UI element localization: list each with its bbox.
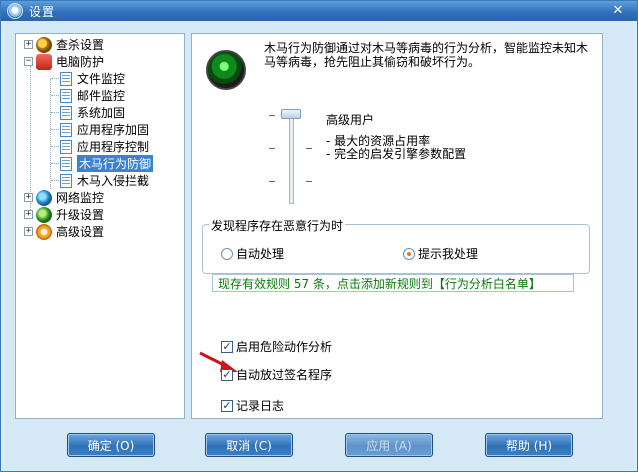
- level-title: 高级用户: [326, 113, 375, 127]
- check-skip-signed[interactable]: ✓ 自动放过签名程序: [221, 366, 332, 383]
- title-bar: 设置 ✕: [1, 1, 637, 21]
- tree-item-system-hardening[interactable]: 系统加固: [60, 104, 125, 121]
- checkbox[interactable]: ✓: [221, 368, 233, 381]
- feature-description: 木马行为防御通过对木马等病毒的行为分析，智能监控未知木马等病毒，抢先阻止其偷窃和…: [264, 41, 589, 69]
- document-icon: [60, 105, 72, 120]
- slider-thumb[interactable]: [281, 109, 301, 119]
- checkbox-label: 记录日志: [236, 399, 285, 413]
- expand-icon[interactable]: +: [24, 210, 33, 219]
- tree-connector: [51, 78, 59, 79]
- tree-item-app-control[interactable]: 应用程序控制: [60, 138, 149, 155]
- checkbox-label: 自动放过签名程序: [236, 368, 333, 382]
- app-shield-icon: [7, 3, 23, 19]
- globe-icon: [36, 189, 52, 206]
- slider-tick: [306, 148, 312, 149]
- settings-window: 设置 ✕ + 查杀设置 − 电脑防护 文件监控 邮件监控 系统加固 应用程序加固…: [0, 0, 638, 472]
- tree-item-app-hardening[interactable]: 应用程序加固: [60, 121, 149, 138]
- checkbox-label: 启用危险动作分析: [236, 340, 333, 354]
- expand-icon[interactable]: +: [24, 193, 33, 202]
- tree-connector: [51, 112, 59, 113]
- apply-button[interactable]: 应用 (A): [345, 433, 433, 457]
- document-icon: [60, 71, 72, 86]
- radio-button[interactable]: [403, 247, 415, 260]
- document-icon: [60, 156, 72, 171]
- tree-item-label: 应用程序加固: [77, 123, 150, 137]
- tree-item-advanced-settings[interactable]: + 高级设置: [24, 223, 104, 240]
- radio-label: 提示我处理: [418, 247, 479, 261]
- document-icon: [60, 173, 72, 188]
- level-description: - 最大的资源占用率 - 完全的启发引擎参数配置: [326, 135, 466, 161]
- tree-item-label: 查杀设置: [56, 38, 105, 52]
- tree-connector: [51, 163, 59, 164]
- tree-item-label: 应用程序控制: [77, 140, 150, 154]
- group-label: 发现程序存在恶意行为时: [209, 217, 346, 234]
- tree-connector: [51, 95, 59, 96]
- slider-tick: [306, 181, 312, 182]
- tree-item-trojan-behavior-defense[interactable]: 木马行为防御: [60, 155, 154, 172]
- update-icon: [36, 206, 52, 223]
- tree-item-label: 升级设置: [56, 208, 105, 222]
- help-button[interactable]: 帮助 (H): [485, 433, 573, 457]
- document-icon: [60, 88, 72, 103]
- tree-item-scan-settings[interactable]: + 查杀设置: [24, 36, 104, 53]
- tree-item-label: 系统加固: [77, 106, 126, 120]
- tree-item-label: 邮件监控: [77, 89, 126, 103]
- shield-icon: [36, 53, 52, 70]
- document-icon: [60, 139, 72, 154]
- slider-tick: [269, 181, 275, 182]
- whitelist-rules-link[interactable]: 现存有效规则 57 条，点击添加新规则到【行为分析白名单】: [212, 274, 574, 292]
- check-log[interactable]: ✓ 记录日志: [221, 397, 284, 414]
- tree-item-label: 木马行为防御: [77, 155, 154, 172]
- gear-icon: [36, 223, 52, 240]
- ok-button[interactable]: 确定 (O): [67, 433, 155, 457]
- level-desc-line: - 完全的启发引擎参数配置: [326, 147, 467, 161]
- checkbox[interactable]: ✓: [221, 340, 233, 353]
- window-title: 设置: [29, 4, 56, 19]
- tree-connector: [51, 129, 59, 130]
- dialog-body: + 查杀设置 − 电脑防护 文件监控 邮件监控 系统加固 应用程序加固 应用程序…: [5, 21, 633, 469]
- tree-connector: [51, 180, 59, 181]
- tree-item-trojan-intrusion-block[interactable]: 木马入侵拦截: [60, 172, 149, 189]
- protection-level-slider[interactable]: [289, 110, 294, 204]
- cancel-button[interactable]: 取消 (C): [205, 433, 293, 457]
- magnifier-icon: [36, 36, 52, 53]
- tree-item-label: 木马入侵拦截: [77, 174, 150, 188]
- settings-tree: + 查杀设置 − 电脑防护 文件监控 邮件监控 系统加固 应用程序加固 应用程序…: [15, 33, 185, 419]
- tree-item-label: 高级设置: [56, 225, 105, 239]
- collapse-icon[interactable]: −: [24, 57, 33, 66]
- tree-item-network-monitor[interactable]: + 网络监控: [24, 189, 104, 206]
- malicious-behavior-group: 发现程序存在恶意行为时 自动处理 提示我处理: [202, 217, 590, 274]
- expand-icon[interactable]: +: [24, 40, 33, 49]
- tree-item-label: 文件监控: [77, 72, 126, 86]
- tree-item-label: 电脑防护: [56, 55, 105, 69]
- tree-item-update-settings[interactable]: + 升级设置: [24, 206, 104, 223]
- tree-item-file-monitor[interactable]: 文件监控: [60, 70, 125, 87]
- tree-item-mail-monitor[interactable]: 邮件监控: [60, 87, 125, 104]
- tree-item-pc-protection[interactable]: − 电脑防护: [24, 53, 104, 70]
- slider-tick: [269, 115, 275, 116]
- tree-item-label: 网络监控: [56, 191, 105, 205]
- settings-panel: 木马行为防御通过对木马等病毒的行为分析，智能监控未知木马等病毒，抢先阻止其偷窃和…: [191, 33, 603, 419]
- slider-tick: [269, 148, 275, 149]
- radio-prompt-me[interactable]: 提示我处理: [403, 245, 478, 262]
- expand-icon[interactable]: +: [24, 227, 33, 236]
- radar-icon: [206, 50, 246, 90]
- check-danger-analysis[interactable]: ✓ 启用危险动作分析: [221, 338, 332, 355]
- checkbox[interactable]: ✓: [221, 399, 233, 412]
- radio-auto-handle[interactable]: 自动处理: [221, 245, 284, 262]
- document-icon: [60, 122, 72, 137]
- radio-label: 自动处理: [236, 247, 285, 261]
- radio-button[interactable]: [221, 247, 233, 260]
- tree-connector: [51, 146, 59, 147]
- close-icon[interactable]: ✕: [607, 2, 629, 19]
